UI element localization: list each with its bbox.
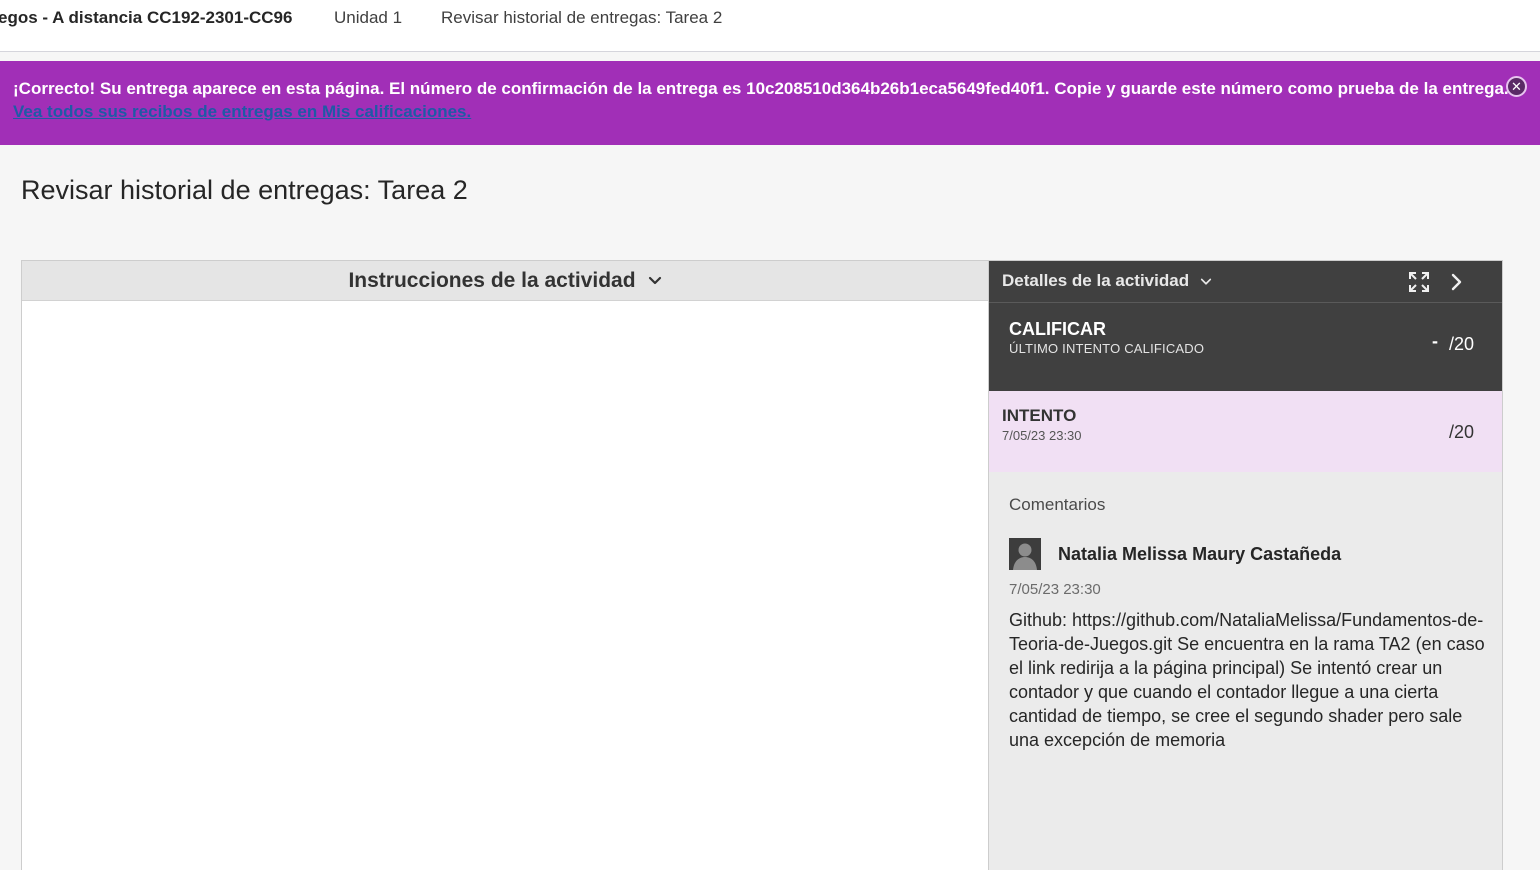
banner-text: ¡Correcto! Su entrega aparece en esta pá… <box>13 77 1513 123</box>
banner-message: ¡Correcto! Su entrega aparece en esta pá… <box>13 79 1509 98</box>
breadcrumb: egos - A distancia CC192-2301-CC96 Unida… <box>0 0 1540 52</box>
comment-date: 7/05/23 23:30 <box>1009 581 1101 598</box>
instructions-panel: Instrucciones de la actividad <box>21 260 989 870</box>
comment-text: Github: https://github.com/NataliaMeliss… <box>1009 610 1485 750</box>
close-icon[interactable]: ✕ <box>1506 76 1527 97</box>
attempt-total: /20 <box>1449 422 1475 442</box>
success-banner: ¡Correcto! Su entrega aparece en esta pá… <box>0 61 1540 145</box>
breadcrumb-current: Revisar historial de entregas: Tarea 2 <box>441 8 723 27</box>
activity-details-panel: Detalles de la actividad CALIFICAR ÚLTIM… <box>988 260 1503 870</box>
instructions-header: Instrucciones de la actividad <box>348 268 636 292</box>
grade-value: - <box>1432 331 1438 351</box>
breadcrumb-unit[interactable]: Unidad 1 <box>334 8 402 28</box>
chevron-right-icon[interactable] <box>1449 273 1463 291</box>
details-header: Detalles de la actividad <box>989 261 1502 303</box>
page-title: Revisar historial de entregas: Tarea 2 <box>21 175 468 205</box>
expand-icon[interactable] <box>1408 271 1430 293</box>
details-header-label: Detalles de la actividad <box>1002 271 1190 290</box>
grade-title: CALIFICAR <box>1009 319 1106 339</box>
attempt-item[interactable]: INTENTO 7/05/23 23:30 /20 <box>989 391 1502 472</box>
attempt-date: 7/05/23 23:30 <box>1002 428 1082 443</box>
grade-summary: CALIFICAR ÚLTIMO INTENTO CALIFICADO - /2… <box>989 303 1502 391</box>
user-avatar-icon <box>1009 538 1041 570</box>
chevron-down-icon <box>648 276 661 284</box>
grades-receipts-link[interactable]: Vea todos sus recibos de entregas en Mis… <box>13 102 471 121</box>
grade-subtitle: ÚLTIMO INTENTO CALIFICADO <box>1009 341 1205 356</box>
comments-label: Comentarios <box>1009 495 1106 514</box>
instructions-toggle[interactable]: Instrucciones de la actividad <box>22 261 988 301</box>
details-toggle[interactable]: Detalles de la actividad <box>1002 271 1212 291</box>
comment-author: Natalia Melissa Maury Castañeda <box>1058 544 1342 564</box>
attempt-title: INTENTO <box>1002 406 1077 425</box>
chevron-down-icon <box>1200 278 1211 285</box>
breadcrumb-course[interactable]: egos - A distancia CC192-2301-CC96 <box>0 8 292 28</box>
grade-total: /20 <box>1449 334 1475 354</box>
